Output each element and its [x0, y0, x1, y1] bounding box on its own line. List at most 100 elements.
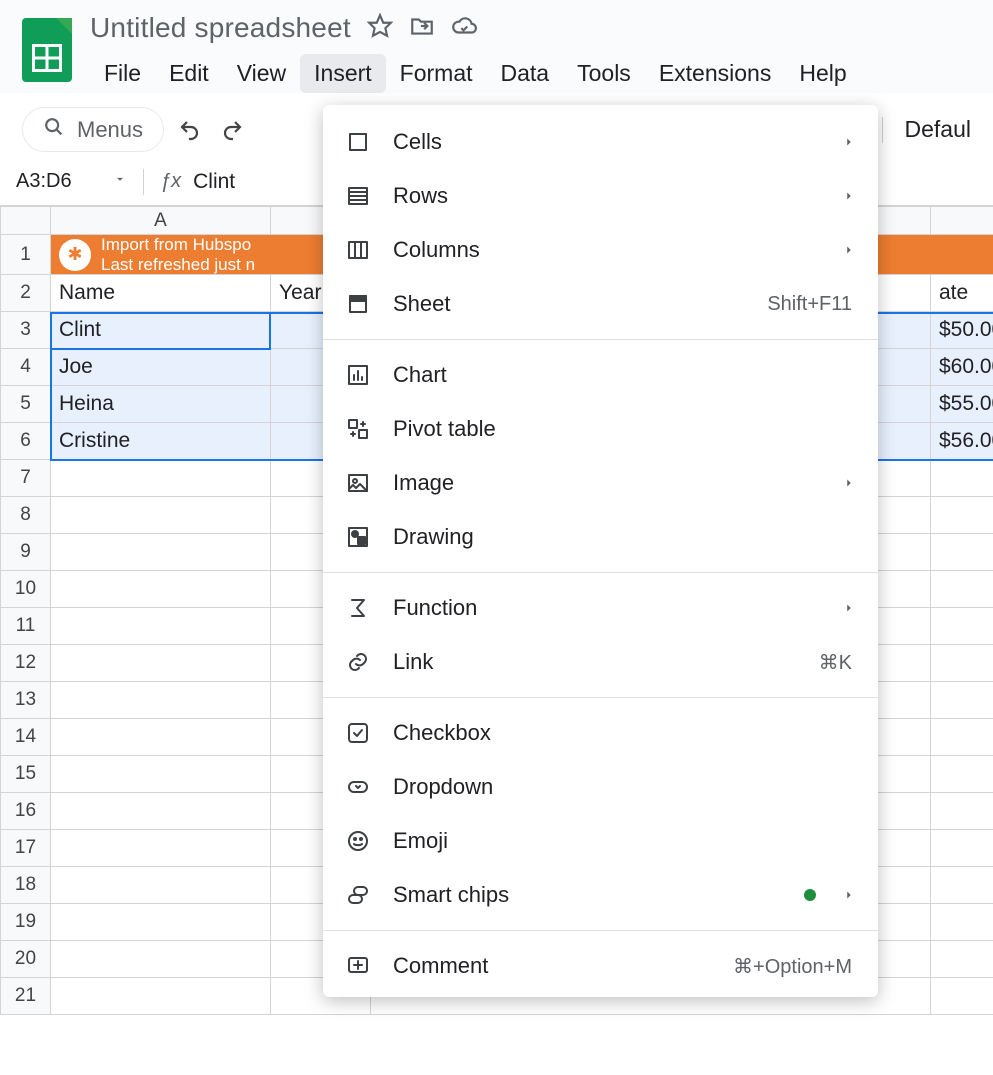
select-all-corner[interactable] [1, 207, 51, 235]
menu-data[interactable]: Data [487, 54, 564, 93]
cell-A19[interactable] [51, 904, 271, 941]
cell-A9[interactable] [51, 534, 271, 571]
cell-D21[interactable] [931, 978, 993, 1015]
document-title[interactable]: Untitled spreadsheet [90, 12, 351, 44]
row-header-15[interactable]: 15 [1, 756, 51, 793]
row-header-10[interactable]: 10 [1, 571, 51, 608]
cell-D3[interactable]: $50.00 [931, 312, 993, 349]
cell-A2[interactable]: Name [51, 275, 271, 312]
name-box[interactable]: A3:D6 [10, 166, 105, 197]
menu-item-pivot-table[interactable]: Pivot table [323, 402, 878, 456]
menu-tools[interactable]: Tools [563, 54, 645, 93]
row-header-1[interactable]: 1 [1, 235, 51, 275]
cell-A14[interactable] [51, 719, 271, 756]
row-header-19[interactable]: 19 [1, 904, 51, 941]
star-icon[interactable] [367, 13, 393, 44]
menus-search[interactable]: Menus [22, 107, 164, 152]
row-header-4[interactable]: 4 [1, 349, 51, 386]
cell-D6[interactable]: $56.00 [931, 423, 993, 460]
formula-value[interactable]: Clint [193, 170, 235, 194]
menu-item-checkbox[interactable]: Checkbox [323, 706, 878, 760]
menu-view[interactable]: View [223, 54, 300, 93]
row-header-7[interactable]: 7 [1, 460, 51, 497]
menu-item-chart[interactable]: Chart [323, 348, 878, 402]
cell-D7[interactable] [931, 460, 993, 497]
redo-button[interactable] [216, 114, 248, 146]
cell-D8[interactable] [931, 497, 993, 534]
cell-A17[interactable] [51, 830, 271, 867]
menu-item-columns[interactable]: Columns [323, 223, 878, 277]
row-header-12[interactable]: 12 [1, 645, 51, 682]
cell-D9[interactable] [931, 534, 993, 571]
cell-D4[interactable]: $60.00 [931, 349, 993, 386]
cell-A10[interactable] [51, 571, 271, 608]
cell-A6[interactable]: Cristine [51, 423, 271, 460]
cell-D17[interactable] [931, 830, 993, 867]
menu-item-sheet[interactable]: SheetShift+F11 [323, 277, 878, 331]
row-header-20[interactable]: 20 [1, 941, 51, 978]
cell-D11[interactable] [931, 608, 993, 645]
menu-item-link[interactable]: Link⌘K [323, 635, 878, 689]
menu-item-dropdown[interactable]: Dropdown [323, 760, 878, 814]
column-header-A[interactable]: A [51, 207, 271, 235]
cloud-status-icon[interactable] [451, 13, 477, 44]
menu-item-drawing[interactable]: Drawing [323, 510, 878, 564]
row-header-18[interactable]: 18 [1, 867, 51, 904]
cell-D14[interactable] [931, 719, 993, 756]
row-header-11[interactable]: 11 [1, 608, 51, 645]
chevron-down-icon[interactable] [113, 172, 127, 191]
cell-A7[interactable] [51, 460, 271, 497]
menu-item-cells[interactable]: Cells [323, 115, 878, 169]
row-header-2[interactable]: 2 [1, 275, 51, 312]
cell-D15[interactable] [931, 756, 993, 793]
cell-D5[interactable]: $55.00 [931, 386, 993, 423]
menu-extensions[interactable]: Extensions [645, 54, 786, 93]
cell-A11[interactable] [51, 608, 271, 645]
font-name-label[interactable]: Defaul [905, 116, 971, 143]
cell-A8[interactable] [51, 497, 271, 534]
cell-A12[interactable] [51, 645, 271, 682]
cell-A16[interactable] [51, 793, 271, 830]
row-header-8[interactable]: 8 [1, 497, 51, 534]
cell-D12[interactable] [931, 645, 993, 682]
cell-D2[interactable]: ate [931, 275, 993, 312]
menu-item-comment[interactable]: Comment⌘+Option+M [323, 939, 878, 993]
row-header-6[interactable]: 6 [1, 423, 51, 460]
cell-A21[interactable] [51, 978, 271, 1015]
cell-D18[interactable] [931, 867, 993, 904]
cell-D13[interactable] [931, 682, 993, 719]
menu-item-function[interactable]: Function [323, 581, 878, 635]
cell-A4[interactable]: Joe [51, 349, 271, 386]
cell-A20[interactable] [51, 941, 271, 978]
row-header-16[interactable]: 16 [1, 793, 51, 830]
row-header-5[interactable]: 5 [1, 386, 51, 423]
undo-button[interactable] [174, 114, 206, 146]
menu-edit[interactable]: Edit [155, 54, 223, 93]
menu-help[interactable]: Help [785, 54, 860, 93]
cell-D20[interactable] [931, 941, 993, 978]
row-header-21[interactable]: 21 [1, 978, 51, 1015]
menu-file[interactable]: File [90, 54, 155, 93]
cell-A15[interactable] [51, 756, 271, 793]
cell-D10[interactable] [931, 571, 993, 608]
cell-D16[interactable] [931, 793, 993, 830]
row-header-14[interactable]: 14 [1, 719, 51, 756]
move-to-folder-icon[interactable] [409, 13, 435, 44]
menu-insert[interactable]: Insert [300, 54, 386, 93]
cell-A3[interactable]: Clint [51, 312, 271, 349]
menu-item-rows[interactable]: Rows [323, 169, 878, 223]
cell-A5[interactable]: Heina [51, 386, 271, 423]
menu-item-image[interactable]: Image [323, 456, 878, 510]
row-header-13[interactable]: 13 [1, 682, 51, 719]
cell-D19[interactable] [931, 904, 993, 941]
row-header-17[interactable]: 17 [1, 830, 51, 867]
column-header-D[interactable] [931, 207, 993, 235]
menu-item-smart-chips[interactable]: Smart chips [323, 868, 878, 922]
menu-format[interactable]: Format [386, 54, 487, 93]
cell-A18[interactable] [51, 867, 271, 904]
cell-A13[interactable] [51, 682, 271, 719]
menu-item-emoji[interactable]: Emoji [323, 814, 878, 868]
row-header-3[interactable]: 3 [1, 312, 51, 349]
row-header-9[interactable]: 9 [1, 534, 51, 571]
insert-menu[interactable]: CellsRowsColumnsSheetShift+F11 ChartPivot… [323, 105, 878, 997]
